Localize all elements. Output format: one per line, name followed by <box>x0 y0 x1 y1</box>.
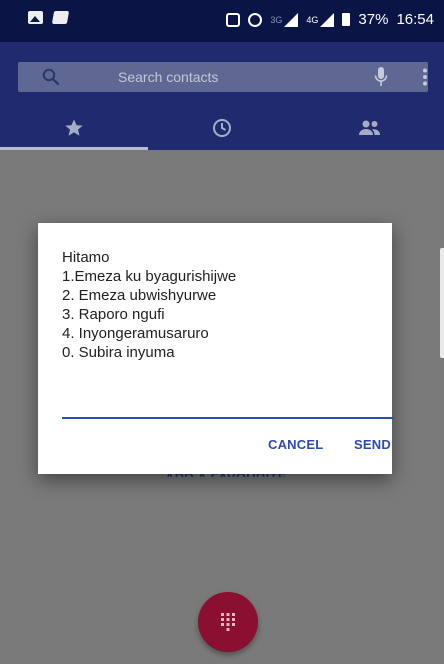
tab-favorites[interactable] <box>0 106 148 150</box>
clock-time: 16:54 <box>396 11 434 28</box>
tab-recents[interactable] <box>148 106 296 150</box>
status-left-icons <box>28 11 70 24</box>
status-right: 3G 4G 37% 16:54 <box>226 11 434 28</box>
star-icon <box>65 119 83 136</box>
network-type-4g: 4G <box>306 14 319 25</box>
people-icon <box>359 120 380 135</box>
battery-icon <box>342 13 351 26</box>
search-bar[interactable] <box>18 62 428 92</box>
alarm-icon <box>248 12 263 27</box>
dialpad-icon <box>221 613 235 631</box>
app-bar <box>0 42 444 150</box>
flag-icon <box>51 11 70 24</box>
ussd-reply-input[interactable] <box>62 395 394 419</box>
tab-contacts[interactable] <box>296 106 444 150</box>
battery-percent: 37% <box>358 11 389 28</box>
vibrate-icon <box>226 12 241 27</box>
cancel-button[interactable]: CANCEL <box>268 437 323 452</box>
dialpad-button[interactable] <box>198 592 258 652</box>
tab-bar <box>0 106 444 150</box>
status-bar: 3G 4G 37% 16:54 <box>0 0 444 42</box>
dialog-message: Hitamo 1.Emeza ku byagurishijwe 2. Emeza… <box>62 249 237 361</box>
dialog-actions: CANCEL SEND <box>38 437 392 461</box>
side-panel-edge <box>440 248 444 358</box>
search-input[interactable] <box>118 68 338 86</box>
ussd-dialog: Hitamo 1.Emeza ku byagurishijwe 2. Emeza… <box>38 223 394 474</box>
phone-screen: 3G 4G 37% 16:54 Search contacts ADD A FA… <box>0 0 444 664</box>
clock-icon <box>213 119 231 137</box>
search-icon <box>42 68 60 86</box>
network-type-3g: 3G <box>270 14 283 25</box>
signal-icon-2 <box>320 12 335 27</box>
more-options-icon[interactable] <box>422 68 428 86</box>
mic-icon[interactable] <box>374 67 388 87</box>
gallery-icon <box>28 11 43 24</box>
send-button[interactable]: SEND <box>354 437 391 452</box>
signal-icon <box>284 12 299 27</box>
